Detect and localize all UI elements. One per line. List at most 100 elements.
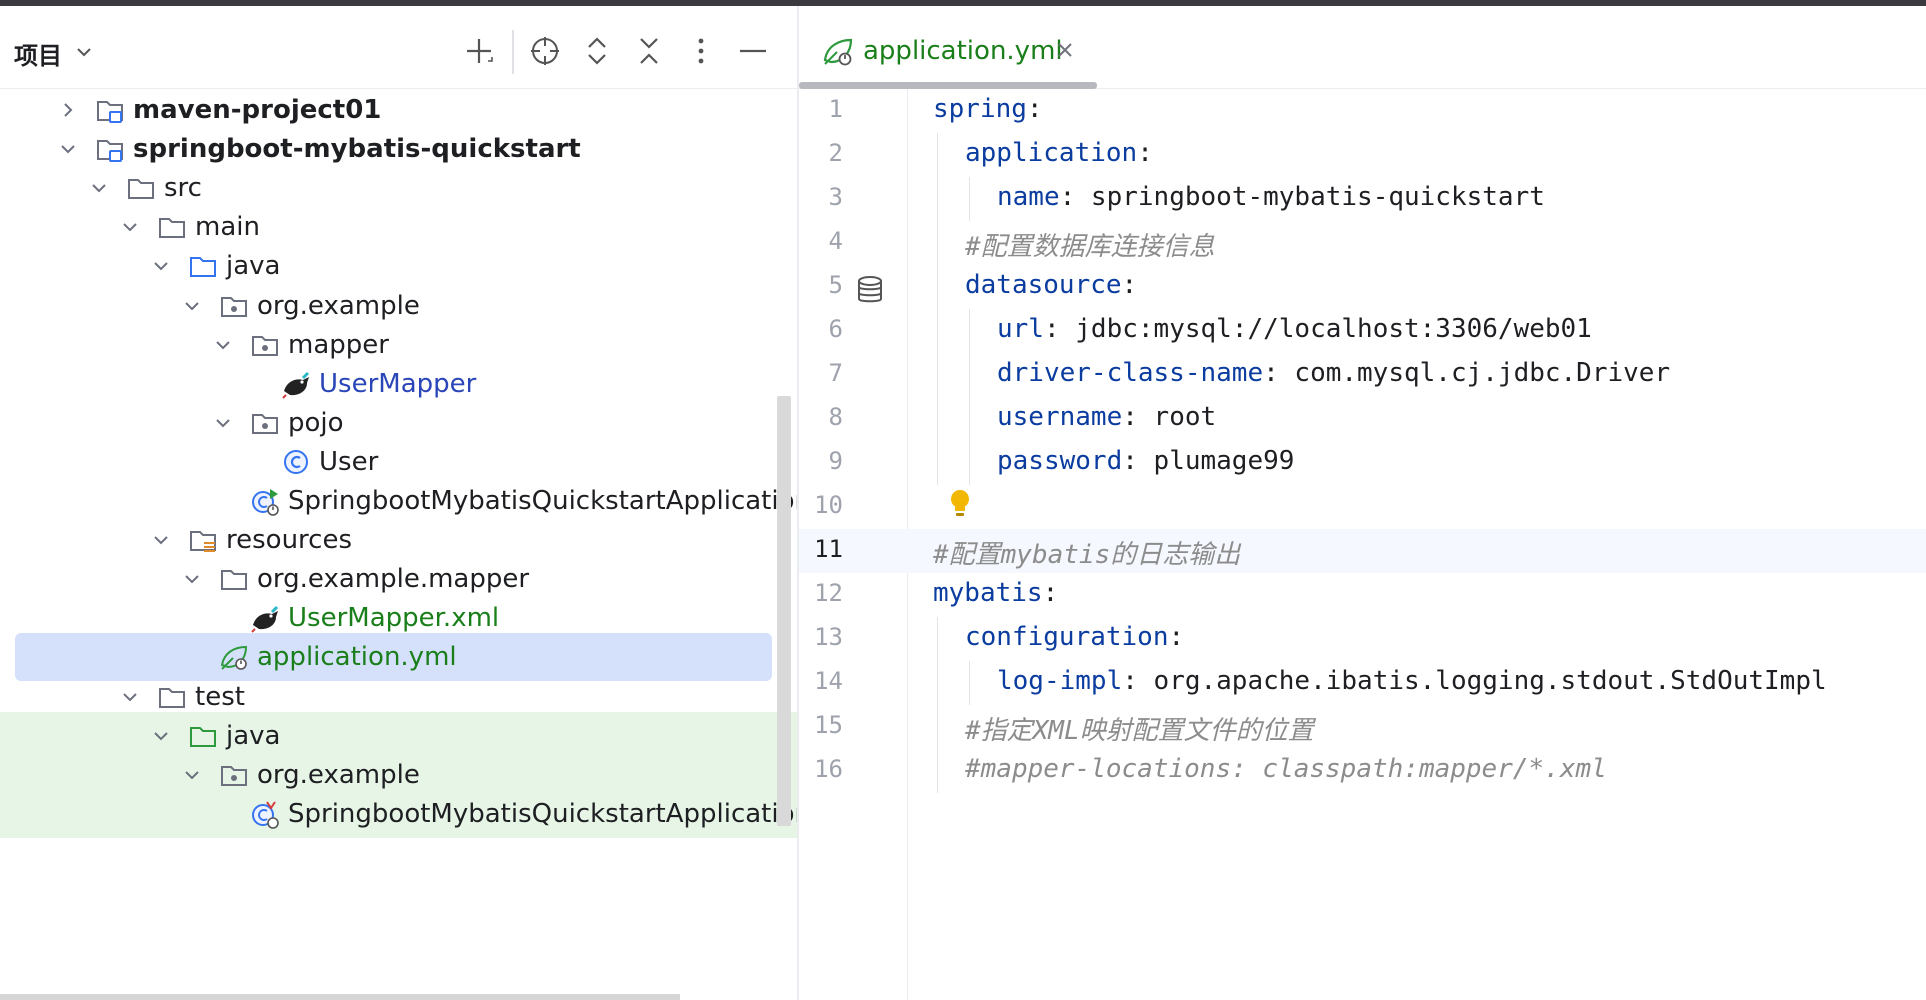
locate-icon[interactable] bbox=[528, 34, 562, 68]
header-separator bbox=[512, 30, 514, 74]
line-number: 6 bbox=[828, 315, 843, 343]
code-line[interactable]: 15 #指定XML映射配置文件的位置 bbox=[799, 705, 1926, 749]
lightbulb-icon[interactable] bbox=[947, 487, 973, 521]
line-number: 2 bbox=[828, 139, 843, 167]
line-number: 1 bbox=[828, 95, 843, 123]
more-icon[interactable] bbox=[684, 34, 718, 68]
test-folder-icon bbox=[190, 727, 216, 747]
tree-item-label: main bbox=[195, 212, 260, 242]
code-line[interactable]: 8 username: root bbox=[799, 397, 1926, 441]
folder-icon bbox=[128, 179, 154, 199]
yaml-value: jdbc:mysql://localhost:3306/web01 bbox=[1059, 314, 1592, 344]
chevron-down-icon[interactable] bbox=[151, 530, 171, 550]
indent-guide bbox=[937, 397, 938, 441]
code-line[interactable]: 6 url: jdbc:mysql://localhost:3306/web01 bbox=[799, 309, 1926, 353]
chevron-down-icon[interactable] bbox=[74, 42, 94, 62]
yaml-value: plumage99 bbox=[1137, 446, 1295, 476]
package-icon bbox=[221, 766, 247, 786]
yaml-colon: : bbox=[1122, 402, 1138, 432]
line-number: 10 bbox=[814, 491, 843, 519]
code-text: #配置数据库连接信息 bbox=[965, 226, 1215, 263]
code-line[interactable]: 1 spring: bbox=[799, 89, 1926, 133]
tree-row-springbootmybatisquickstartapplicationt[interactable]: SpringbootMybatisQuickstartApplicationT bbox=[0, 790, 797, 838]
yaml-key: mybatis bbox=[933, 578, 1043, 608]
tree-item-label: UserMapper bbox=[319, 369, 477, 399]
chevron-down-icon[interactable] bbox=[58, 139, 78, 159]
yaml-key: spring bbox=[933, 94, 1027, 124]
line-number: 8 bbox=[828, 403, 843, 431]
tab-application-yml[interactable]: application.yml bbox=[799, 6, 1099, 89]
tree-item-label: pojo bbox=[288, 408, 344, 438]
yaml-key: driver-class-name bbox=[997, 358, 1264, 388]
code-editor[interactable]: 1 spring: 2 application: 3 name: springboot-m… bbox=[799, 89, 1926, 1000]
chevron-down-icon[interactable] bbox=[151, 256, 171, 276]
code-text: url: jdbc:mysql://localhost:3306/web01 bbox=[997, 314, 1592, 344]
indent-guide bbox=[937, 221, 938, 265]
code-line[interactable]: 3 name: springboot-mybatis-quickstart bbox=[799, 177, 1926, 221]
folder-icon bbox=[159, 218, 185, 238]
line-number: 4 bbox=[828, 227, 843, 255]
chevron-down-icon[interactable] bbox=[213, 335, 233, 355]
code-line[interactable]: 16 #mapper-locations: classpath:mapper/*.… bbox=[799, 749, 1926, 793]
line-number: 11 bbox=[814, 535, 843, 563]
yaml-key: application bbox=[965, 138, 1138, 168]
chevron-right-icon[interactable] bbox=[58, 100, 78, 120]
code-text: username: root bbox=[997, 402, 1216, 432]
code-line[interactable]: 7 driver-class-name: com.mysql.cj.jdbc.Dr… bbox=[799, 353, 1926, 397]
line-number: 15 bbox=[814, 711, 843, 739]
code-text: name: springboot-mybatis-quickstart bbox=[997, 182, 1545, 212]
code-line[interactable]: 4 #配置数据库连接信息 bbox=[799, 221, 1926, 265]
code-line[interactable]: 10 bbox=[799, 485, 1926, 529]
chevron-down-icon[interactable] bbox=[120, 217, 140, 237]
code-line[interactable]: 13 configuration: bbox=[799, 617, 1926, 661]
chevron-down-icon[interactable] bbox=[120, 687, 140, 707]
yaml-colon: : bbox=[1122, 666, 1138, 696]
indent-guide bbox=[969, 397, 970, 441]
indent-guide bbox=[937, 705, 938, 749]
line-number: 16 bbox=[814, 755, 843, 783]
chevron-down-icon[interactable] bbox=[182, 296, 202, 316]
code-line[interactable]: 14 log-impl: org.apache.ibatis.logging.st… bbox=[799, 661, 1926, 705]
indent-guide bbox=[969, 177, 970, 221]
indent-guide bbox=[969, 353, 970, 397]
yaml-value: com.mysql.cj.jdbc.Driver bbox=[1278, 358, 1671, 388]
code-line[interactable]: 2 application: bbox=[799, 133, 1926, 177]
minimize-icon[interactable] bbox=[736, 34, 770, 68]
tree-vertical-scrollbar[interactable] bbox=[777, 396, 791, 826]
indent-guide bbox=[937, 749, 938, 793]
chevron-down-icon[interactable] bbox=[213, 413, 233, 433]
indent-guide bbox=[937, 353, 938, 397]
code-line[interactable]: 12 mybatis: bbox=[799, 573, 1926, 617]
indent-guide bbox=[937, 441, 938, 485]
project-view-title[interactable]: 项目 bbox=[14, 36, 62, 71]
indent-guide bbox=[969, 309, 970, 353]
expand-all-icon[interactable] bbox=[580, 34, 614, 68]
tree-horizontal-scrollbar[interactable] bbox=[0, 994, 680, 1000]
chevron-down-icon[interactable] bbox=[151, 726, 171, 746]
database-icon[interactable] bbox=[856, 275, 884, 305]
code-line[interactable]: 9 password: plumage99 bbox=[799, 441, 1926, 485]
tree-item-label: org.example bbox=[257, 291, 420, 321]
yaml-key: configuration bbox=[965, 622, 1169, 652]
chevron-down-icon[interactable] bbox=[182, 765, 202, 785]
active-tab-indicator bbox=[799, 82, 1097, 89]
collapse-all-icon[interactable] bbox=[632, 34, 666, 68]
project-header: 项目 bbox=[0, 6, 797, 89]
yaml-colon: : bbox=[1263, 358, 1279, 388]
code-line[interactable]: 5 datasource: bbox=[799, 265, 1926, 309]
yaml-key: url bbox=[997, 314, 1044, 344]
yaml-colon: : bbox=[1137, 138, 1153, 168]
chevron-down-icon[interactable] bbox=[182, 569, 202, 589]
class-icon bbox=[284, 450, 308, 474]
code-text: spring: bbox=[933, 94, 1043, 124]
close-icon[interactable] bbox=[1054, 39, 1076, 61]
tree-item-label: User bbox=[319, 447, 379, 477]
tree-item-label: maven-project01 bbox=[133, 95, 382, 125]
package-icon bbox=[252, 336, 278, 356]
tree-item-label: mapper bbox=[288, 330, 389, 360]
add-icon[interactable] bbox=[462, 34, 496, 68]
code-line[interactable]: 11 #配置mybatis的日志输出 bbox=[799, 529, 1926, 573]
yaml-comment: #指定XML映射配置文件的位置 bbox=[965, 716, 1314, 746]
chevron-down-icon[interactable] bbox=[89, 178, 109, 198]
yaml-comment: #配置mybatis的日志输出 bbox=[933, 540, 1241, 570]
